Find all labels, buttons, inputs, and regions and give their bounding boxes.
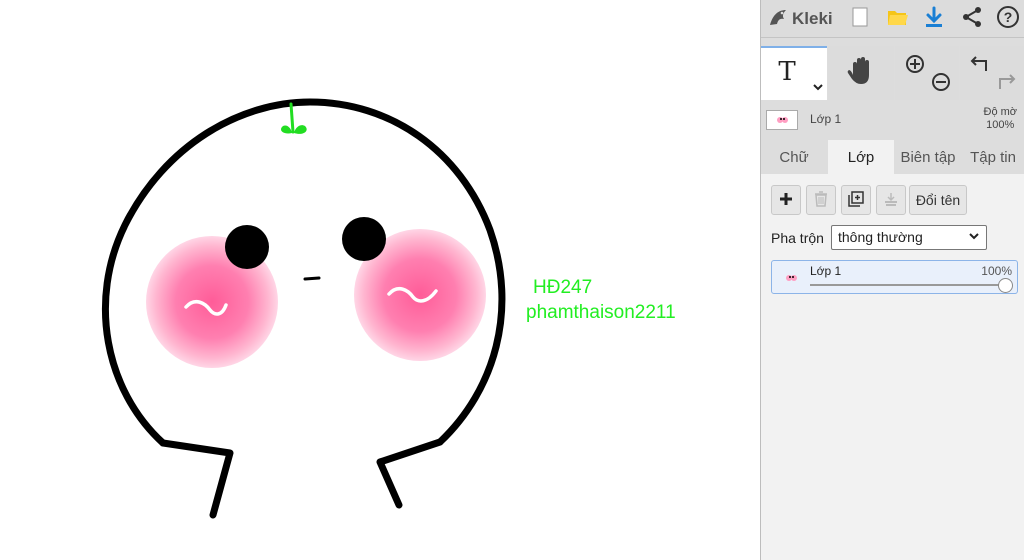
merge-down-button[interactable] (876, 185, 906, 215)
drawing-canvas[interactable]: HĐ247 phamthaison2211 (0, 0, 760, 560)
chevron-down-icon[interactable] (813, 78, 823, 96)
help-button[interactable]: ? (993, 4, 1023, 34)
download-button[interactable] (919, 4, 949, 34)
share-button[interactable] (957, 4, 987, 34)
text-tool-button[interactable]: T (761, 46, 827, 100)
delete-layer-button[interactable] (806, 185, 836, 215)
layer-preview: Lớp 1 Độ mờ 100% (761, 104, 1024, 136)
new-image-icon (852, 7, 868, 32)
tool-row: T (761, 46, 1024, 102)
left-arm (159, 439, 234, 519)
sprout-stem (289, 102, 295, 134)
text-tool-icon: T (777, 55, 811, 94)
left-eye (225, 225, 269, 269)
right-eye (342, 217, 386, 261)
open-button[interactable] (883, 4, 913, 34)
hand-tool-button[interactable] (828, 46, 894, 100)
zoom-out-icon[interactable] (931, 72, 951, 97)
app-name: Kleki (792, 9, 833, 28)
right-arm (376, 438, 444, 509)
layer-item-name: Lớp 1 (810, 264, 842, 278)
top-bar: Kleki ? (761, 0, 1024, 38)
download-icon (924, 6, 944, 33)
layers-panel: Đổi tên Pha trộn thông thường Lớp 1 100% (761, 174, 1024, 560)
new-image-button[interactable] (845, 4, 875, 34)
preview-opacity: Độ mờ 100% (984, 106, 1018, 132)
zoom-buttons (895, 46, 959, 100)
canvas-drawing (101, 98, 506, 519)
redo-icon[interactable] (994, 72, 1016, 97)
duplicate-layer-button[interactable] (841, 185, 871, 215)
layer-item-thumbnail (778, 269, 804, 287)
tab-text[interactable]: Chữ (761, 140, 827, 174)
canvas-text-line2: phamthaison2211 (526, 302, 676, 323)
svg-text:T: T (778, 57, 796, 87)
duplicate-layer-icon (848, 190, 864, 210)
delete-layer-icon (814, 190, 828, 210)
layer-thumbnail[interactable] (766, 110, 798, 130)
add-layer-icon (779, 192, 793, 209)
share-icon (961, 6, 983, 33)
layer-item-opacity: 100% (981, 264, 1012, 278)
blend-mode-label: Pha trộn (771, 230, 824, 246)
chevron-down-icon (968, 229, 980, 246)
undo-icon[interactable] (970, 54, 992, 79)
tab-layers[interactable]: Lớp (828, 140, 894, 174)
merge-down-icon (883, 191, 899, 210)
app-logo[interactable]: Kleki (767, 4, 833, 34)
zoom-in-icon[interactable] (905, 54, 925, 79)
add-layer-button[interactable] (771, 185, 801, 215)
rename-layer-button[interactable]: Đổi tên (909, 185, 967, 215)
mouth (303, 276, 321, 281)
tab-bar: Chữ Lớp Biên tập Tập tin (761, 140, 1024, 174)
svg-text:?: ? (1004, 9, 1013, 25)
canvas-text-line1: HĐ247 (533, 277, 593, 298)
blend-mode-select[interactable]: thông thường (831, 225, 987, 250)
sprout-leaf-left (281, 125, 292, 134)
layer-list-item[interactable]: Lớp 1 100% (771, 260, 1018, 294)
kleki-bird-icon (767, 6, 789, 33)
blend-mode-value: thông thường (838, 229, 923, 245)
history-buttons (960, 46, 1024, 100)
layer-opacity-slider-thumb[interactable] (998, 278, 1013, 293)
layer-opacity-slider-track[interactable] (810, 284, 1006, 286)
preview-layer-name: Lớp 1 (810, 112, 842, 126)
opacity-value: 100% (986, 119, 1015, 131)
tab-file[interactable]: Tập tin (961, 140, 1024, 174)
sprout-leaf-right (294, 125, 307, 134)
opacity-label: Độ mờ (983, 106, 1018, 118)
tab-edit[interactable]: Biên tập (895, 140, 961, 174)
hand-tool-icon (846, 55, 876, 92)
help-icon: ? (996, 5, 1020, 34)
sidebar: Kleki ? T Lớp 1 Độ mờ 100% Chữ Lớp Biên … (760, 0, 1024, 560)
open-folder-icon (887, 7, 909, 32)
